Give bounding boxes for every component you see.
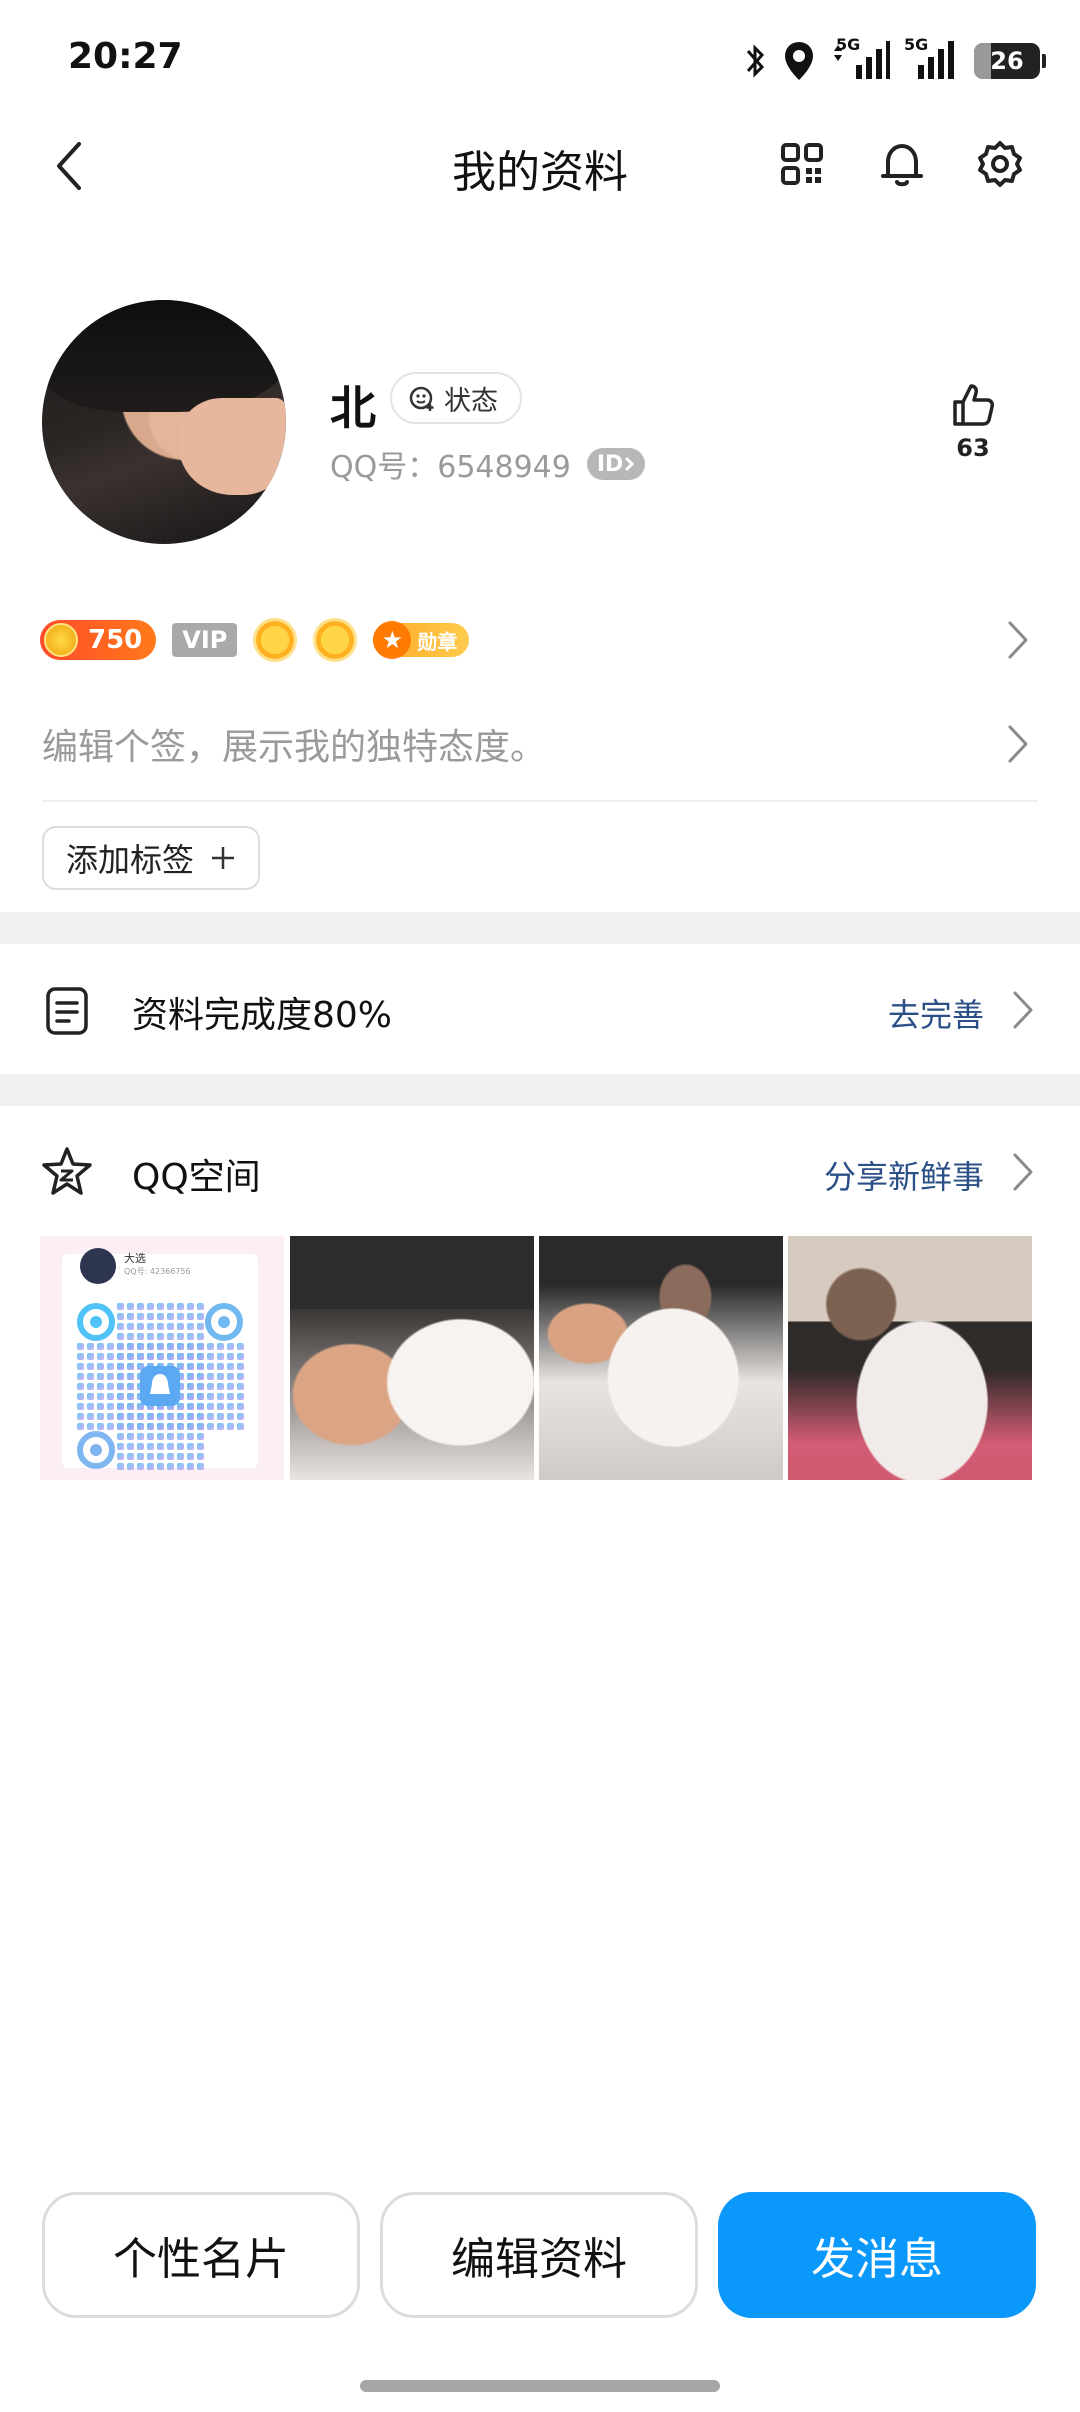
document-icon (46, 987, 88, 1035)
smile-plus-icon (409, 386, 434, 411)
section-gap (0, 912, 1080, 944)
medal-label: 勋章 (417, 629, 458, 654)
home-indicator[interactable] (360, 2380, 720, 2392)
signal-type-1: 5G (836, 35, 861, 54)
badge-row[interactable]: 750 VIP ★ 勋章 (40, 612, 470, 668)
star-icon: ★ (373, 621, 412, 659)
status-icons: 5G 5G 26 (744, 35, 1046, 86)
coin-icon (44, 623, 78, 657)
sun-icon (313, 618, 358, 662)
qzone-star-icon (42, 1147, 92, 1195)
chevron-right-small-icon (625, 456, 635, 472)
signature-placeholder[interactable]: 编辑个签，展示我的独特态度。 (42, 718, 546, 770)
status-chip-label: 状态 (444, 385, 498, 417)
add-tag-button[interactable]: 添加标签 (42, 826, 261, 890)
send-message-button[interactable]: 发消息 (718, 2192, 1036, 2318)
qzone-photo-qr-card[interactable]: 大选 QQ号: 42366756 (40, 1236, 284, 1480)
qzone-photo-cat-2[interactable] (539, 1236, 783, 1480)
bluetooth-icon (746, 44, 765, 78)
qr-card-sub: QQ号: 42366756 (124, 1267, 191, 1276)
chevron-right-icon (1013, 1153, 1033, 1191)
medal-badge[interactable]: ★ 勋章 (373, 621, 470, 659)
qr-card-avatar (80, 1248, 116, 1284)
battery-level: 26 (990, 47, 1024, 75)
chevron-right-icon (1008, 621, 1028, 659)
qr-card-name: 大选 (124, 1252, 146, 1265)
qr-code-icon (781, 143, 823, 185)
qr-code-image (76, 1302, 244, 1470)
profile-card-button[interactable]: 个性名片 (42, 2192, 360, 2318)
like-count: 63 (956, 434, 990, 462)
qr-code-button[interactable] (778, 140, 826, 188)
sun-icon (253, 618, 298, 662)
qzone-title: QQ空间 (132, 1157, 261, 1198)
id-badge[interactable]: ID (586, 448, 646, 480)
add-tag-label: 添加标签 (66, 841, 195, 879)
qq-number: QQ号：6548949 (330, 450, 571, 485)
signature-chevron[interactable] (1002, 718, 1034, 770)
share-news-link[interactable]: 分享新鲜事 (824, 1152, 984, 1198)
settings-button[interactable] (974, 138, 1026, 190)
qzone-photo-cat-1[interactable] (290, 1236, 534, 1480)
nickname: 北 (330, 381, 376, 435)
thumbs-up-icon (953, 384, 994, 426)
divider (42, 800, 1038, 802)
chevron-right-icon (1013, 991, 1033, 1029)
chevron-right-icon (1008, 725, 1028, 763)
qzone-row[interactable]: QQ空间 分享新鲜事 (0, 1106, 1080, 1226)
avatar-hair (42, 300, 286, 413)
avatar-hand (178, 397, 286, 496)
qzone-photo-cat-3[interactable] (788, 1236, 1032, 1480)
vip-badge[interactable]: VIP (172, 623, 238, 657)
status-time: 20:27 (68, 36, 183, 77)
gear-icon (978, 141, 1022, 187)
section-gap (0, 1074, 1080, 1106)
edit-profile-button[interactable]: 编辑资料 (380, 2192, 698, 2318)
bell-icon (881, 144, 923, 187)
qq-level: 750 (88, 625, 143, 655)
id-badge-label: ID (596, 451, 624, 477)
badges-chevron[interactable] (1002, 614, 1034, 666)
plus-icon (212, 847, 235, 869)
avatar[interactable] (42, 300, 286, 544)
battery-icon: 26 (974, 43, 1046, 79)
profile-completion-label: 资料完成度80% (132, 995, 393, 1036)
qq-number-row[interactable]: QQ号：6548949 ID (330, 442, 646, 486)
location-icon (785, 42, 813, 80)
profile-completion-row[interactable]: 资料完成度80% 去完善 (0, 944, 1080, 1074)
qq-level-badge[interactable]: 750 (40, 620, 157, 660)
battery-fill (974, 43, 992, 79)
complete-profile-link[interactable]: 去完善 (888, 990, 984, 1036)
like-button[interactable]: 63 (935, 380, 1011, 462)
signal-type-2: 5G (904, 35, 929, 54)
notifications-button[interactable] (876, 138, 928, 190)
status-chip[interactable]: 状态 (390, 372, 522, 424)
qr-card: 大选 QQ号: 42366756 (62, 1248, 258, 1470)
